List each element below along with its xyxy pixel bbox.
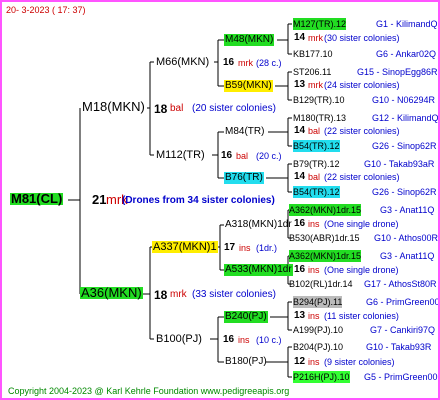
gen3-a533-count: 16 [294, 264, 306, 275]
gen2-m66-count: 16 [223, 57, 235, 68]
gen4-id[interactable]: KB177.10 [293, 48, 333, 60]
date-stamp: 20- 3-2023 ( 17: 37) [6, 5, 86, 15]
father-note: (20 sister colonies) [192, 103, 276, 114]
gen2-m112-unit: bal [236, 151, 249, 161]
gen4-id[interactable]: M180(TR).13 [293, 112, 346, 124]
gen2-m112-count: 16 [221, 150, 233, 161]
gen2-m112[interactable]: M112(TR) [155, 149, 206, 161]
gen3-b240-unit: ins [308, 311, 320, 321]
gen4-id[interactable]: A362(MKN)1dr.15 [289, 204, 362, 216]
gen3-m84-count: 14 [294, 125, 306, 136]
gen3-m84[interactable]: M84(TR) [224, 126, 265, 138]
gen4-family: G26 - Sinop62R [372, 187, 437, 197]
gen4-family: G1 - KilimandQ [376, 19, 438, 29]
gen4-family: G10 - Takab93aR [364, 159, 435, 169]
copyright-footer: Copyright 2004-2023 @ Karl Kehrle Founda… [8, 386, 290, 396]
gen4-family: G10 - Takab93R [366, 342, 432, 352]
root-note: (Drones from 34 sister colonies) [122, 195, 275, 206]
gen3-m48-note: (30 sister colonies) [324, 33, 400, 43]
mother-count: 18 [154, 288, 168, 302]
father-queen[interactable]: M18(MKN) [81, 100, 146, 113]
gen4-family: G3 - Anat11Q [380, 205, 435, 215]
gen4-id[interactable]: B294(PJ).11 [293, 296, 343, 308]
gen2-m112-note: (20 c.) [256, 151, 282, 161]
gen3-b59-unit: mrk [308, 80, 323, 90]
gen2-m66-note: (28 c.) [256, 58, 282, 68]
pedigree-chart: 20- 3-2023 ( 17: 37) M81(CL) 21 mrk (Dro… [0, 0, 440, 400]
gen3-b59-note: (24 sister colonies) [324, 80, 400, 90]
gen4-family: G15 - SinopEgg86R [357, 67, 438, 77]
father-unit: bal [170, 103, 184, 114]
gen3-b59[interactable]: B59(MKN) [224, 80, 273, 92]
gen3-b76-note: (22 sister colonies) [324, 172, 400, 182]
gen4-id[interactable]: M127(TR).12 [293, 18, 347, 30]
gen3-a318-unit: ins [308, 219, 320, 229]
gen3-b59-count: 13 [294, 79, 306, 90]
gen4-family: G6 - Ankar02Q [376, 49, 437, 59]
gen4-family: G12 - KilimandQ [372, 113, 439, 123]
gen2-m66[interactable]: M66(MKN) [155, 56, 210, 68]
gen3-b76[interactable]: B76(TR) [224, 172, 264, 184]
gen3-b240-note: (11 sister colonies) [324, 311, 399, 321]
gen3-b180-count: 12 [294, 356, 306, 367]
gen3-b76-count: 14 [294, 171, 306, 182]
gen2-b100-note: (10 c.) [256, 335, 282, 345]
gen3-a533-note: (One single drone) [324, 265, 399, 275]
gen4-family: G7 - Cankiri97Q [370, 325, 436, 335]
father-count: 18 [154, 102, 168, 116]
root-count: 21 [92, 192, 107, 207]
gen3-b180[interactable]: B180(PJ) [224, 356, 268, 368]
gen3-a318-count: 16 [294, 218, 306, 229]
gen2-a337-note: (1dr.) [256, 243, 278, 253]
gen3-a318-note: (One single drone) [324, 219, 399, 229]
gen4-family: G3 - Anat11Q [380, 251, 435, 261]
gen4-id[interactable]: B129(TR).10 [293, 94, 345, 106]
gen3-b180-note: (9 sister colonies) [324, 357, 395, 367]
gen2-b100-unit: ins [238, 335, 250, 345]
gen3-m84-note: (22 sister colonies) [324, 126, 400, 136]
gen3-a533-unit: ins [308, 265, 320, 275]
gen4-id[interactable]: A199(PJ).10 [293, 324, 343, 336]
gen3-m84-unit: bal [308, 126, 321, 136]
gen2-m66-unit: mrk [238, 58, 253, 68]
mother-note: (33 sister colonies) [192, 289, 276, 300]
gen2-b100-count: 16 [223, 334, 235, 345]
gen4-id[interactable]: B204(PJ).10 [293, 341, 343, 353]
gen2-a337-count: 17 [224, 242, 236, 253]
gen2-b100[interactable]: B100(PJ) [155, 333, 203, 345]
gen4-id[interactable]: B54(TR).12 [293, 186, 340, 198]
gen3-m48-count: 14 [294, 32, 306, 43]
gen3-b240[interactable]: B240(PJ) [224, 311, 268, 323]
gen3-a533[interactable]: A533(MKN)1dr [224, 264, 293, 276]
gen3-m48[interactable]: M48(MKN) [224, 34, 275, 46]
gen3-b180-unit: ins [308, 357, 320, 367]
gen4-id[interactable]: B102(RL)1dr.14 [289, 278, 353, 290]
gen3-b240-count: 13 [294, 310, 306, 321]
gen3-m48-unit: mrk [308, 33, 323, 43]
gen4-family: G5 - PrimGreen00 [364, 372, 438, 382]
mother-unit: mrk [170, 289, 187, 300]
gen3-b76-unit: bal [308, 172, 321, 182]
gen3-a318[interactable]: A318(MKN)1dr [224, 219, 293, 231]
gen4-family: G10 - N06294R [372, 95, 436, 105]
gen4-id[interactable]: ST206.11 [293, 66, 331, 78]
gen4-family: G6 - PrimGreen00 [366, 297, 440, 307]
gen4-id[interactable]: B79(TR).12 [293, 158, 340, 170]
gen2-a337[interactable]: A337(MKN)1 [152, 241, 218, 253]
gen4-id[interactable]: P216H(PJ).10 [293, 371, 350, 383]
mother-queen[interactable]: A36(MKN) [80, 286, 143, 299]
gen2-a337-unit: ins [239, 243, 251, 253]
gen4-family: G10 - Athos00R [374, 233, 439, 243]
gen4-id[interactable]: B54(TR).12 [293, 140, 340, 152]
gen4-family: G26 - Sinop62R [372, 141, 437, 151]
root-queen[interactable]: M81(CL) [10, 192, 64, 205]
gen4-id[interactable]: B530(ABR)1dr.15 [289, 232, 360, 244]
gen4-family: G17 - AthosSt80R [364, 279, 437, 289]
gen4-id[interactable]: A362(MKN)1dr.15 [289, 250, 362, 262]
